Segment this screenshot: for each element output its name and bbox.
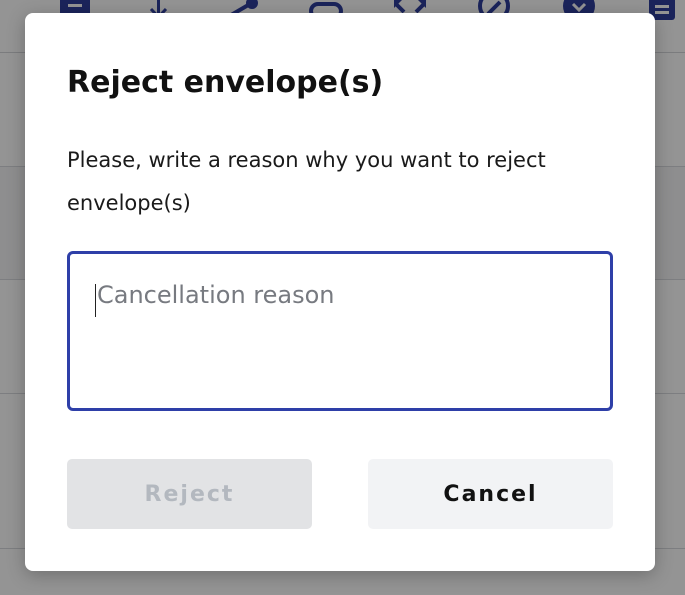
reject-button[interactable]: Reject (67, 459, 312, 529)
text-cursor (95, 284, 96, 317)
dialog-title: Reject envelope(s) (67, 65, 384, 100)
cancel-button[interactable]: Cancel (368, 459, 613, 529)
reject-dialog: Reject envelope(s) Please, write a reaso… (25, 13, 655, 571)
dialog-message: Please, write a reason why you want to r… (67, 148, 546, 215)
cancellation-reason-input[interactable] (67, 251, 613, 411)
